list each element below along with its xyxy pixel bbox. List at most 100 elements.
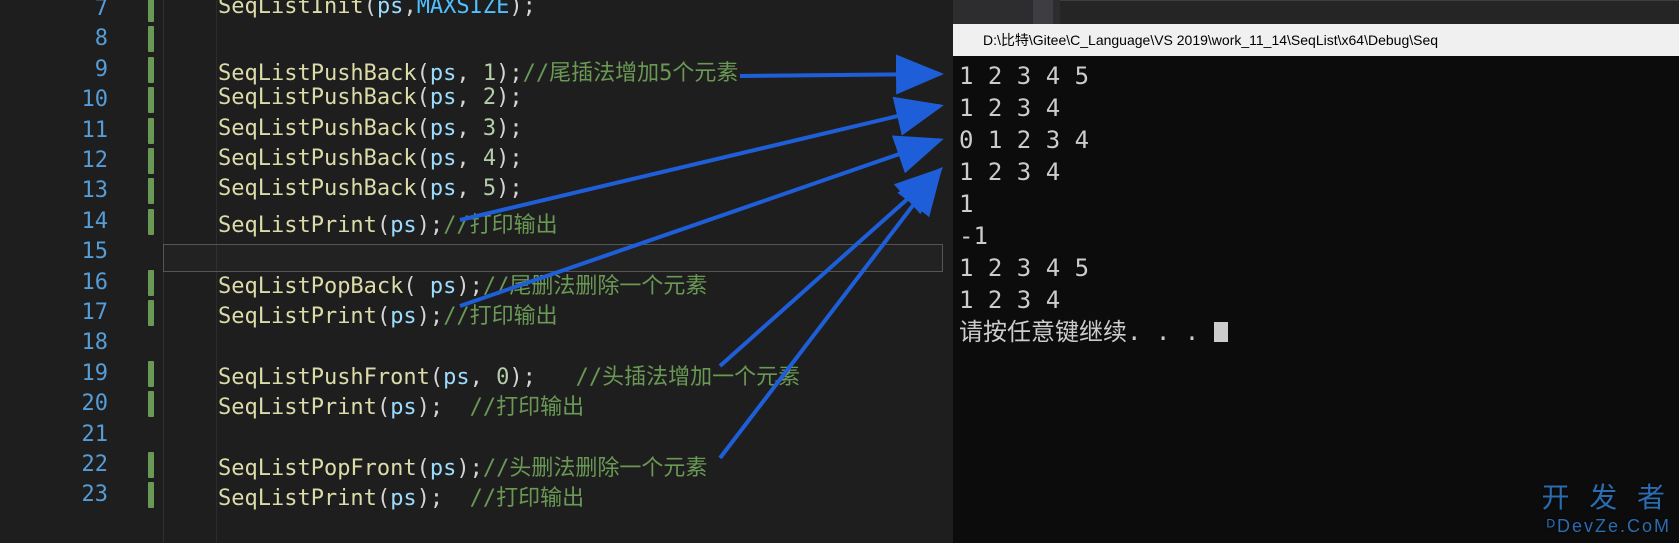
code-token: ps [390,213,417,238]
change-marker [148,148,154,174]
code-token: SeqListPopBack [218,274,403,299]
code-token: , [403,0,416,19]
console-caret [1214,322,1228,342]
code-line[interactable]: SeqListPushBack(ps, 3); [165,116,523,141]
code-token: 5 [483,176,496,201]
code-token: SeqListPrint [218,213,377,238]
code-token: ( [377,395,390,420]
line-number[interactable]: 17 [0,300,108,325]
code-token: //头插法增加一个元素 [576,365,801,390]
line-number[interactable]: 13 [0,178,108,203]
code-line[interactable]: SeqListPrint(ps); //打印输出 [165,389,584,421]
change-marker [148,178,154,204]
code-token: SeqListPrint [218,486,377,511]
line-number[interactable]: 14 [0,209,108,234]
code-token: SeqListPushFront [218,365,430,390]
line-number[interactable]: 23 [0,482,108,507]
console-output[interactable]: 1 2 3 4 5 1 2 3 4 0 1 2 3 4 1 2 3 4 1 -1… [953,56,1679,543]
code-token: //打印输出 [470,486,585,511]
code-token: //尾删法删除一个元素 [483,274,708,299]
line-number[interactable]: 15 [0,239,108,264]
code-token: ps [430,146,457,171]
change-marker [148,391,154,417]
code-line[interactable]: SeqListInit(ps,MAXSIZE); [165,0,536,19]
code-line[interactable]: SeqListPrint(ps);//打印输出 [165,207,558,239]
code-editor[interactable]: 7891011121314151617181920212223 SeqListI… [0,0,950,543]
line-number-gutter[interactable]: 7 8 9 10 11 12 13 14 15 16 17 18 19 20 21 22 23 [0,0,130,543]
code-token: ps [390,304,417,329]
line-number[interactable]: 12 [0,148,108,173]
code-line[interactable]: SeqListPushBack(ps, 5); [165,176,523,201]
code-token: SeqListPushBack [218,116,417,141]
code-token: 3 [483,116,496,141]
line-number[interactable]: 20 [0,391,108,416]
code-line[interactable]: SeqListPrint(ps);//打印输出 [165,298,558,330]
line-number[interactable]: 22 [0,452,108,477]
code-token: ps [377,0,404,19]
code-area[interactable]: SeqListInit(ps,MAXSIZE); SeqListPushBack… [165,0,950,543]
code-token [165,213,218,238]
code-token: ); [417,395,470,420]
change-marker [148,57,154,83]
line-number[interactable]: 10 [0,87,108,112]
code-token: , [470,365,497,390]
code-token: , [456,146,483,171]
code-token: , [456,85,483,110]
code-token: ps [390,395,417,420]
code-line[interactable]: SeqListPopBack( ps);//尾删法删除一个元素 [165,268,707,300]
code-line[interactable]: SeqListPrint(ps); //打印输出 [165,480,584,512]
code-token: ( [417,146,430,171]
line-number[interactable]: 19 [0,361,108,386]
code-token: ); [496,146,523,171]
code-line[interactable]: SeqListPushBack(ps, 1);//尾插法增加5个元素 [165,55,738,87]
code-token: ps [430,116,457,141]
scrollbar-thumb[interactable] [1033,0,1053,24]
code-token [165,85,218,110]
change-marker [148,270,154,296]
line-number[interactable]: 8 [0,26,108,51]
code-token [165,146,218,171]
code-token [165,116,218,141]
line-number[interactable]: 16 [0,270,108,295]
line-number[interactable]: 7 [0,0,108,21]
code-line[interactable]: SeqListPushBack(ps, 2); [165,85,523,110]
code-token: , [456,176,483,201]
change-marker [148,87,154,113]
code-token: ( [403,274,430,299]
code-line[interactable]: SeqListPushBack(ps, 4); [165,146,523,171]
code-token: ); [509,365,575,390]
line-number[interactable]: 18 [0,330,108,355]
line-number[interactable]: 21 [0,422,108,447]
code-line[interactable]: SeqListPushFront(ps, 0); //头插法增加一个元素 [165,359,800,391]
change-marker [148,482,154,508]
code-line[interactable]: SeqListPopFront(ps);//头删法删除一个元素 [165,450,707,482]
code-token: ); [496,116,523,141]
code-token: SeqListPushBack [218,146,417,171]
code-token: ps [390,486,417,511]
console-title-bar[interactable]: D:\比特\Gitee\C_Language\VS 2019\work_11_1… [953,24,1679,56]
code-token: ( [417,61,430,86]
code-token [165,0,218,19]
code-token: ( [417,456,430,481]
change-marker [148,300,154,326]
code-token: ( [377,304,390,329]
change-marker [148,452,154,478]
code-token [165,456,218,481]
code-token: 1 [483,61,496,86]
change-marker [148,0,154,22]
code-token: ( [364,0,377,19]
code-token [165,395,218,420]
code-token: ps [430,85,457,110]
code-token: //尾插法增加5个元素 [523,61,739,86]
line-number[interactable]: 11 [0,118,108,143]
code-token: SeqListPushBack [218,85,417,110]
code-token: ps [430,274,457,299]
change-marker [148,361,154,387]
code-token: ); [456,456,483,481]
code-token: ( [430,365,443,390]
change-marker [148,118,154,144]
code-token: ( [417,116,430,141]
line-number[interactable]: 9 [0,57,108,82]
code-token: SeqListPrint [218,395,377,420]
code-token: ); [417,486,470,511]
